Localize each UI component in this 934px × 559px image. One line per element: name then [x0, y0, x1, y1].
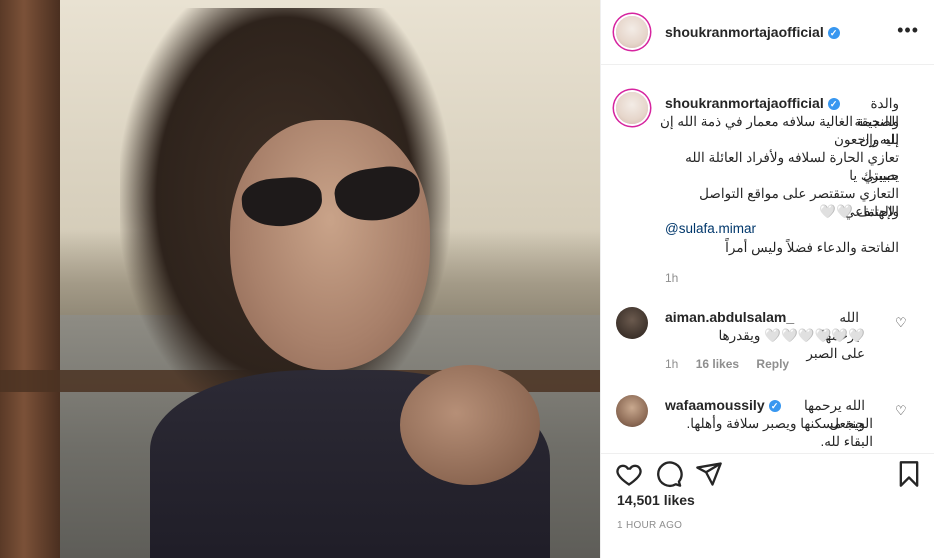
photo-shoulder — [400, 365, 540, 485]
author-username-text[interactable]: shoukranmortajaofficial — [665, 24, 824, 40]
post-time[interactable]: 1 HOUR AGO — [617, 520, 682, 531]
photo-face — [230, 120, 430, 370]
author-avatar[interactable] — [616, 16, 648, 48]
commenter-username-text[interactable]: wafaamoussily — [665, 397, 765, 413]
photo-railing — [0, 0, 60, 558]
caption-avatar[interactable] — [616, 92, 648, 124]
share-paper-plane-icon[interactable] — [695, 460, 723, 488]
caption-line-2: إليه راجعون — [834, 132, 899, 147]
comment-time[interactable]: 1h — [665, 357, 678, 371]
caption-time[interactable]: 1h — [665, 271, 678, 285]
commenter-username[interactable]: wafaamoussily ✓ — [665, 397, 781, 413]
post-side-panel: shoukranmortajaofficial ✓ ••• shoukranmor… — [600, 0, 934, 558]
caption-last-line: الفاتحة والدعاء فضلاً وليس أمراً — [725, 240, 899, 255]
post-photo[interactable] — [0, 0, 600, 558]
caption-username-text[interactable]: shoukranmortajaofficial — [665, 95, 824, 111]
like-comment-heart-icon[interactable]: ♡ — [895, 403, 907, 418]
verified-badge-icon: ✓ — [827, 27, 840, 40]
like-comment-heart-icon[interactable]: ♡ — [895, 315, 907, 330]
verified-badge-icon: ✓ — [768, 400, 781, 413]
comment-likes[interactable]: 16 likes — [696, 357, 739, 371]
author-username[interactable]: shoukranmortajaofficial ✓ — [665, 24, 840, 40]
like-heart-icon[interactable] — [615, 460, 643, 488]
caption-line-6: والهاتف 🤍🤍 — [819, 204, 899, 219]
comment-bubble-icon[interactable] — [655, 460, 683, 488]
comment-text-line-2: الجنة مسكنها ويصبر سلافة وأهلها. البقاء … — [686, 416, 873, 449]
commenter-avatar[interactable] — [616, 307, 648, 339]
commenter-avatar[interactable] — [616, 395, 648, 427]
more-options-icon[interactable]: ••• — [897, 20, 919, 41]
caption-username[interactable]: shoukranmortajaofficial ✓ — [665, 95, 840, 111]
comment-meta: 1h 16 likes Reply — [665, 357, 803, 371]
likes-count[interactable]: 14,501 likes — [617, 492, 695, 508]
commenter-username[interactable]: aiman.abdulsalam_ — [665, 309, 794, 325]
save-bookmark-icon[interactable] — [895, 460, 923, 488]
caption-line-4: حبيبتي — [863, 168, 899, 183]
caption-mention-link[interactable]: @sulafa.mimar — [665, 221, 756, 236]
comments-section[interactable]: shoukranmortajaofficial ✓ والدة الصديقة و… — [601, 65, 934, 453]
post-header: shoukranmortajaofficial ✓ ••• — [601, 0, 934, 65]
comment-reply-button[interactable]: Reply — [756, 357, 789, 371]
post-actions: 14,501 likes 1 HOUR AGO — [601, 453, 934, 559]
